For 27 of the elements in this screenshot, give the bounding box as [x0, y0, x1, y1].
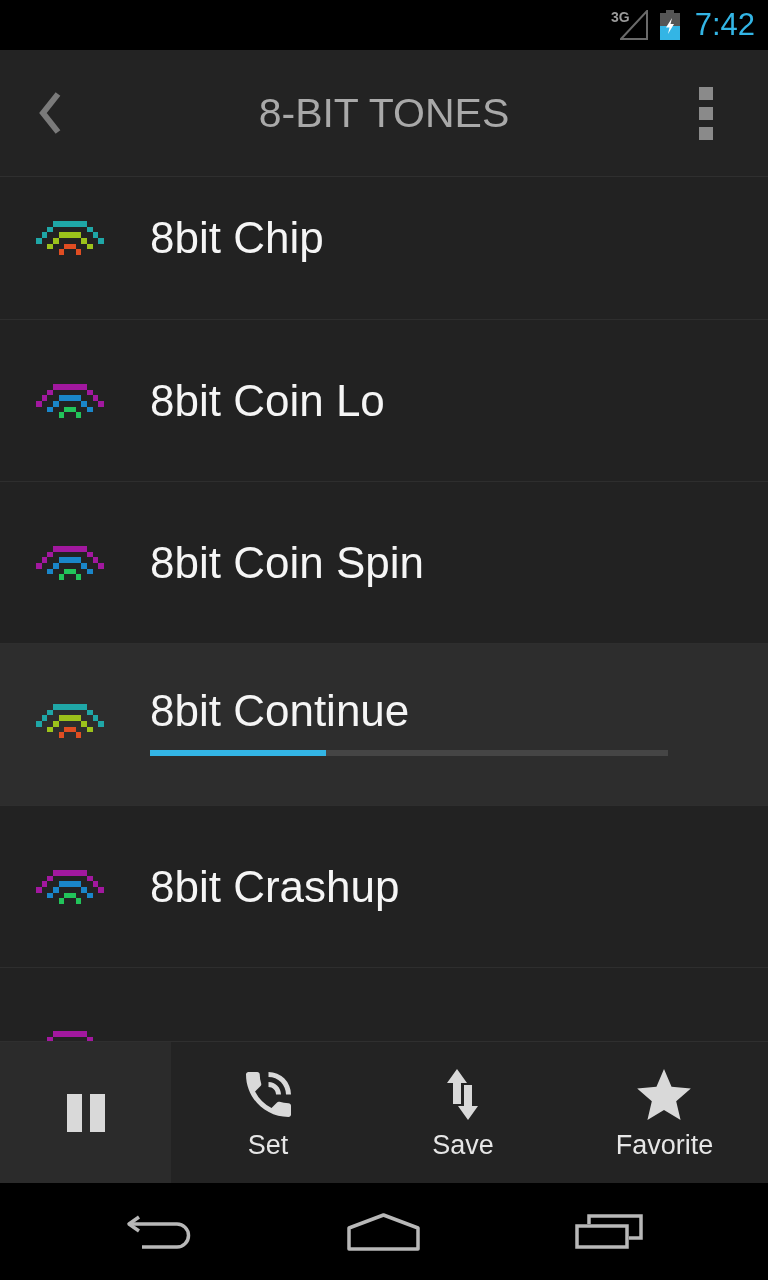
favorite-button[interactable]: Favorite	[615, 1068, 714, 1160]
tone-name: 8bit Crashup	[150, 861, 400, 912]
pixel-art-icon	[36, 869, 104, 904]
list-row[interactable]: 8bit Continue	[0, 644, 768, 806]
pause-icon	[66, 1093, 105, 1132]
pixel-art-icon	[36, 545, 104, 580]
star-icon	[637, 1068, 692, 1120]
screen-title: 8-BIT TONES	[258, 89, 510, 137]
network-type: 3G	[610, 10, 630, 24]
home-icon[interactable]	[346, 1212, 420, 1251]
overflow-menu-icon[interactable]	[699, 86, 713, 140]
save-button[interactable]: Save	[432, 1068, 494, 1160]
pixel-art-icon	[36, 703, 104, 738]
up-down-arrows-icon	[447, 1068, 479, 1120]
clock-time: 7:42	[694, 7, 755, 43]
pixel-art-icon	[36, 221, 104, 255]
recent-apps-icon[interactable]	[574, 1214, 643, 1249]
tone-name: 8bit Coin Lo	[150, 375, 385, 426]
pixel-art-icon	[36, 383, 104, 418]
battery-icon	[659, 10, 680, 40]
tone-name: 8bit Chip	[150, 213, 324, 263]
tone-name: 8bit Coin Spin	[150, 537, 424, 588]
set-button[interactable]: Set	[245, 1068, 291, 1160]
phone-ringing-icon	[245, 1071, 291, 1117]
tone-name: 8bit Continue	[150, 685, 411, 736]
back-icon[interactable]	[125, 1214, 192, 1249]
pause-button[interactable]	[0, 1042, 171, 1183]
